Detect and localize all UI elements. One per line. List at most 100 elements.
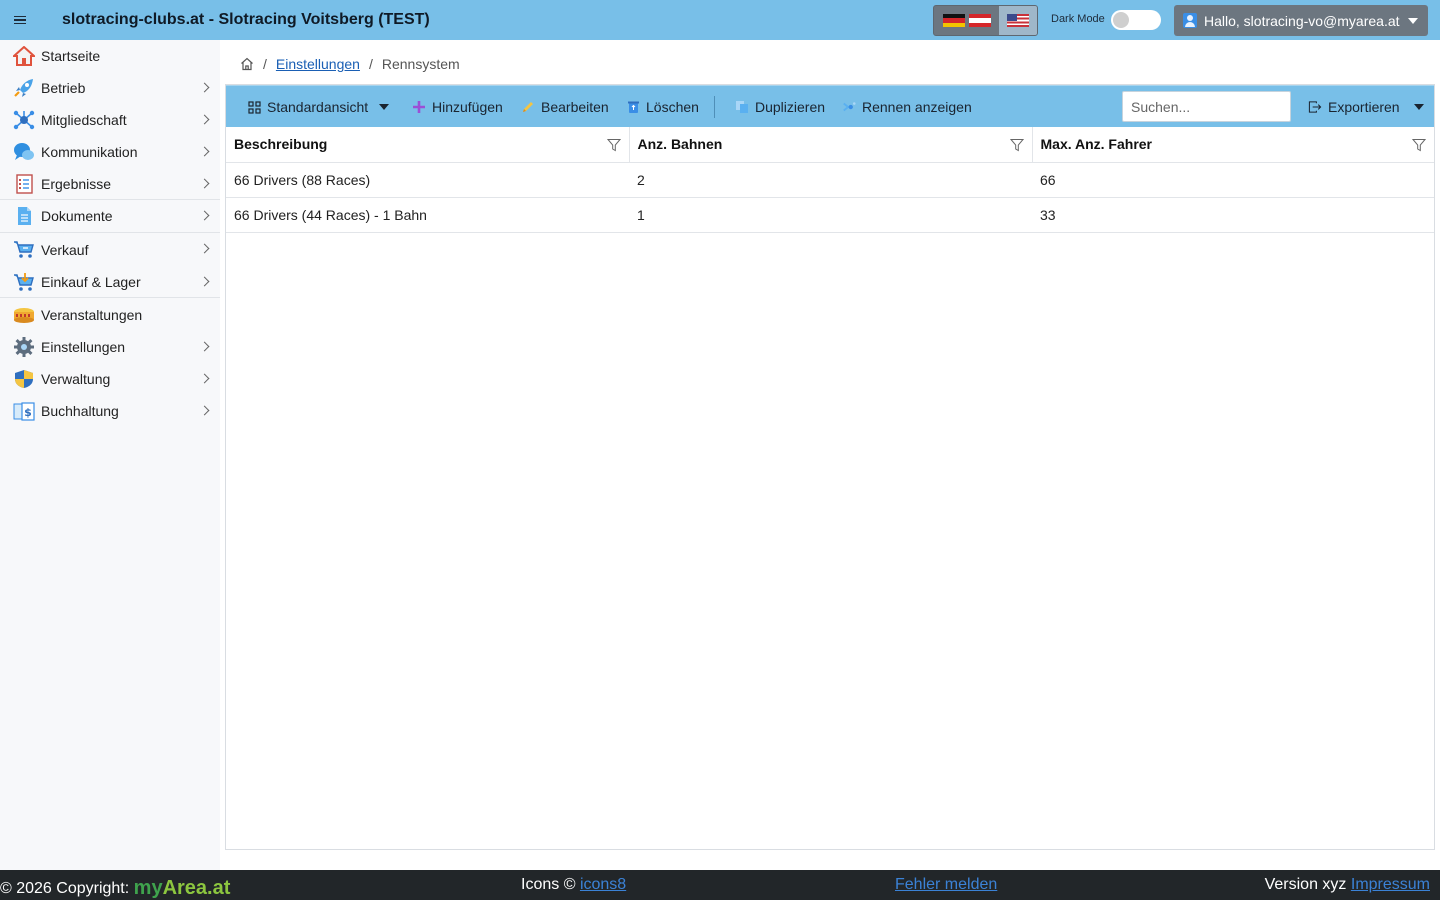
export-button[interactable]: Exportieren (1308, 86, 1424, 128)
language-switcher (933, 5, 1038, 36)
caret-down-icon (379, 104, 390, 110)
cart-icon (13, 239, 35, 259)
sidebar-item-dokumente[interactable]: Dokumente (0, 200, 220, 233)
sidebar-item-mitgliedschaft[interactable]: Mitgliedschaft (0, 104, 220, 136)
table-row[interactable]: 66 Drivers (88 Races) 2 66 (226, 162, 1434, 198)
sidebar-item-kommunikation[interactable]: Kommunikation (0, 136, 220, 168)
sidebar-item-label: Veranstaltungen (41, 306, 143, 323)
footer-copyright: © 2026 Copyright: myArea.at (0, 876, 230, 899)
top-header: slotracing-clubs.at - Slotracing Voitsbe… (0, 0, 1440, 40)
dark-mode-toggle[interactable] (1111, 10, 1161, 30)
sidebar-item-startseite[interactable]: Startseite (0, 40, 220, 72)
chevron-right-icon (199, 405, 210, 416)
filter-icon[interactable] (1412, 138, 1426, 152)
show-races-button[interactable]: Rennen anzeigen (842, 86, 972, 128)
sidebar-item-buchhaltung[interactable]: $ Buchhaltung (0, 395, 220, 427)
footer-version: Version xyz Impressum (1265, 876, 1430, 894)
sidebar-item-label: Einstellungen (41, 339, 126, 355)
filter-icon[interactable] (606, 138, 621, 152)
footer: © 2026 Copyright: myArea.at Icons © icon… (0, 870, 1440, 900)
icons8-link[interactable]: icons8 (580, 876, 626, 893)
chevron-right-icon (199, 146, 210, 157)
search-input[interactable] (1122, 91, 1291, 122)
view-selector-button[interactable]: Standardansicht (247, 86, 390, 128)
sidebar-item-einkauf-lager[interactable]: Einkauf & Lager (0, 266, 220, 298)
footer-icons-credit: Icons © icons8 (521, 876, 626, 894)
breadcrumb-link-einstellungen[interactable]: Einstellungen (276, 56, 360, 72)
cart-add-icon (13, 272, 35, 292)
table-cell: 33 (1032, 197, 1434, 233)
duplicate-button-label: Duplizieren (755, 99, 826, 115)
table-cell: 2 (629, 162, 1032, 198)
user-menu-button[interactable]: Hallo, slotracing-vo@myarea.at (1174, 5, 1428, 36)
user-icon (1183, 13, 1197, 28)
column-header-beschreibung[interactable]: Beschreibung (226, 127, 630, 163)
data-table: Beschreibung Anz. Bahnen Max. Anz. Fahre… (226, 127, 1434, 233)
sidebar-item-label: Dokumente (41, 208, 113, 224)
grid-toolbar: Standardansicht Hinzufügen Bearbeiten Lö… (226, 85, 1434, 127)
sidebar-item-verwaltung[interactable]: Verwaltung (0, 363, 220, 395)
race-flow-icon (842, 100, 856, 114)
edit-button[interactable]: Bearbeiten (521, 86, 609, 128)
recycle-bin-icon (626, 100, 640, 114)
chevron-right-icon (199, 114, 210, 125)
gear-icon (13, 337, 35, 357)
chevron-right-icon (199, 178, 210, 189)
column-header-max-anz-fahrer[interactable]: Max. Anz. Fahrer (1032, 127, 1434, 163)
toolbar-divider (714, 96, 715, 118)
data-grid-panel: Standardansicht Hinzufügen Bearbeiten Lö… (225, 84, 1435, 850)
table-row[interactable]: 66 Drivers (44 Races) - 1 Bahn 1 33 (226, 197, 1434, 233)
table-header-row: Beschreibung Anz. Bahnen Max. Anz. Fahre… (226, 127, 1434, 163)
delete-button[interactable]: Löschen (626, 86, 699, 128)
footer-report: Fehler melden (895, 876, 997, 894)
chevron-right-icon (199, 82, 210, 93)
breadcrumb-separator: / (263, 56, 267, 72)
brand-logo[interactable]: myArea.at (134, 877, 231, 899)
breadcrumb: / Einstellungen / Rennsystem (240, 55, 460, 73)
breadcrumb-current: Rennsystem (381, 56, 460, 72)
table-cell: 1 (629, 197, 1032, 233)
export-icon (1308, 100, 1322, 114)
chevron-right-icon (199, 243, 210, 254)
flag-de-icon (942, 14, 965, 27)
breadcrumb-home-link[interactable] (240, 57, 254, 71)
language-en-button[interactable] (999, 6, 1037, 35)
sidebar: Startseite Betrieb Mitgliedschaft Kommun… (0, 40, 220, 870)
dark-mode-label: Dark Mode (1051, 13, 1105, 25)
impressum-link[interactable]: Impressum (1351, 876, 1430, 893)
sidebar-item-ergebnisse[interactable]: Ergebnisse (0, 168, 220, 200)
add-button[interactable]: Hinzufügen (412, 86, 503, 128)
view-selector-label: Standardansicht (267, 99, 369, 115)
report-bug-link[interactable]: Fehler melden (895, 876, 997, 893)
document-icon (13, 206, 35, 226)
invoice-icon: $ (13, 401, 35, 421)
sidebar-item-label: Ergebnisse (41, 175, 112, 192)
chevron-right-icon (199, 276, 210, 287)
home-icon (13, 46, 35, 66)
stadium-icon (13, 304, 35, 324)
column-header-anz-bahnen[interactable]: Anz. Bahnen (629, 127, 1033, 163)
column-header-label: Anz. Bahnen (637, 136, 723, 153)
sidebar-item-label: Betrieb (41, 80, 86, 96)
caret-down-icon (1413, 104, 1424, 110)
filter-icon[interactable] (1009, 138, 1024, 152)
duplicate-button[interactable]: Duplizieren (735, 86, 825, 128)
svg-text:$: $ (24, 406, 32, 419)
app-title: slotracing-clubs.at - Slotracing Voitsbe… (62, 11, 430, 28)
sidebar-item-einstellungen[interactable]: Einstellungen (0, 331, 220, 363)
pencil-icon (521, 100, 535, 114)
menu-toggle-button[interactable] (0, 0, 40, 40)
add-button-label: Hinzufügen (432, 99, 503, 115)
sidebar-item-verkauf[interactable]: Verkauf (0, 233, 220, 266)
chevron-right-icon (199, 373, 210, 384)
sidebar-item-betrieb[interactable]: Betrieb (0, 72, 220, 104)
flag-at-icon (968, 14, 991, 27)
sidebar-item-veranstaltungen[interactable]: Veranstaltungen (0, 298, 220, 331)
icons-credit-text: Icons © (521, 876, 576, 893)
table-cell: 66 (1032, 162, 1434, 198)
checklist-icon (13, 174, 35, 194)
language-de-at-button[interactable] (934, 6, 999, 35)
rocket-icon (13, 78, 35, 98)
sidebar-item-label: Mitgliedschaft (41, 112, 127, 128)
user-greeting: Hallo, slotracing-vo@myarea.at (1204, 12, 1400, 29)
